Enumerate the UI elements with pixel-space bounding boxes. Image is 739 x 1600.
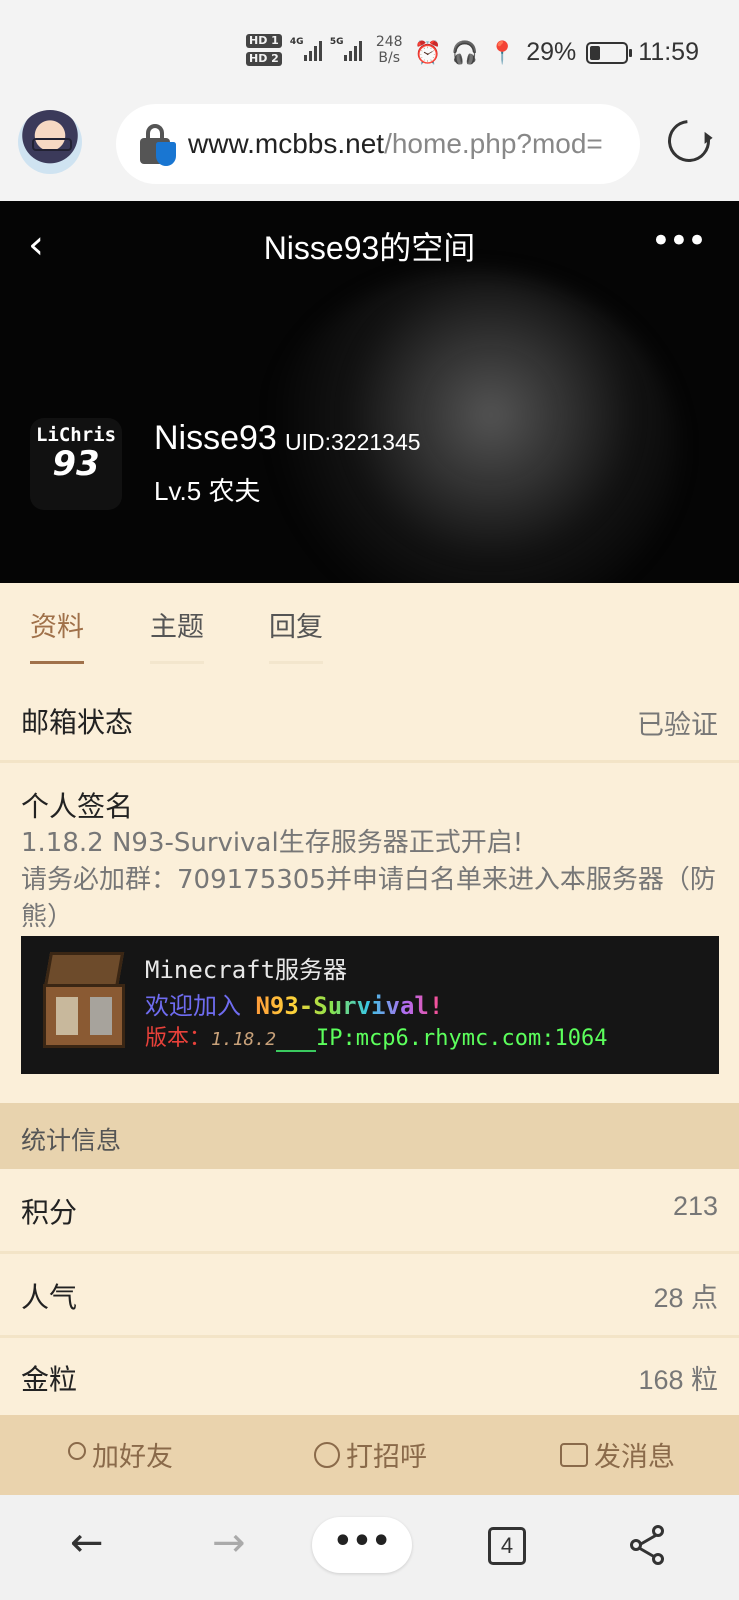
banner-underline bbox=[276, 1050, 317, 1052]
url-domain: www.mcbbs.net bbox=[188, 128, 385, 159]
banner-line2: 欢迎加入 N93-Survival! bbox=[145, 986, 443, 1021]
stat-label: 人气 bbox=[21, 1281, 78, 1314]
url-bar[interactable]: www.mcbbs.net/home.php?mod= bbox=[116, 104, 640, 184]
more-options-icon[interactable]: ••• bbox=[651, 221, 707, 261]
header-background bbox=[260, 271, 680, 583]
signature-section: 个人签名 1.18.2 N93-Survival生存服务器正式开启! 请务必加群… bbox=[0, 763, 739, 1103]
signature-line: 请务必加群：709175305并申请白名单来进入本服务器（防熊） bbox=[21, 865, 716, 932]
crafting-table-icon bbox=[37, 952, 131, 1052]
page-title: Nisse93的空间 bbox=[263, 230, 476, 266]
greet-button[interactable]: 打招呼 bbox=[314, 1435, 427, 1474]
speed-unit: B/s bbox=[378, 50, 400, 66]
net2-label: 5G bbox=[329, 37, 344, 47]
banner-version: 1.18.2 bbox=[211, 1029, 277, 1050]
browser-bottom-nav: ← → ••• 4 bbox=[0, 1495, 739, 1600]
banner-server-name: N93-Survival! bbox=[255, 992, 444, 1020]
hd1-badge: HD 1 bbox=[246, 34, 282, 48]
tab-threads[interactable]: 主题 bbox=[150, 605, 204, 664]
user-avatar[interactable]: LiChris 93 bbox=[30, 418, 122, 510]
menu-button[interactable]: ••• bbox=[312, 1517, 412, 1573]
greet-label: 打招呼 bbox=[346, 1442, 427, 1473]
net1-label: 4G bbox=[289, 37, 304, 47]
avatar-line2: 93 bbox=[52, 444, 100, 484]
signature-label: 个人签名 bbox=[21, 790, 134, 823]
stat-row: 金粒 168 粒 bbox=[0, 1338, 739, 1415]
tab-underline bbox=[269, 661, 323, 664]
location-icon: 📍 bbox=[488, 39, 517, 65]
secure-lock-icon[interactable] bbox=[138, 124, 176, 166]
banner-ip: IP:mcp6.rhymc.com:1064 bbox=[316, 1026, 608, 1051]
back-arrow-icon[interactable]: ← bbox=[70, 1520, 104, 1566]
tab-underline bbox=[150, 661, 204, 664]
stat-row: 人气 28 点 bbox=[0, 1254, 739, 1335]
browser-profile-avatar[interactable] bbox=[18, 110, 82, 174]
alarm-icon: ⏰ bbox=[414, 39, 442, 65]
signature-banner-image[interactable]: Minecraft服务器 欢迎加入 N93-Survival! 版本：1.18.… bbox=[21, 936, 719, 1074]
signal-5g-icon: 5G bbox=[329, 37, 362, 61]
signature-text: 1.18.2 N93-Survival生存服务器正式开启! 请务必加群：7091… bbox=[21, 825, 721, 936]
add-friend-button[interactable]: 加好友 bbox=[68, 1435, 173, 1474]
user-level: Lv.5 农夫 bbox=[154, 476, 261, 506]
tab-threads-label: 主题 bbox=[150, 612, 204, 643]
email-status-row: 邮箱状态 已验证 bbox=[0, 683, 739, 763]
signature-line: 1.18.2 N93-Survival生存服务器正式开启! bbox=[21, 828, 524, 858]
banner-line3: 版本：1.18.2 IP:mcp6.rhymc.com:1064 bbox=[145, 1020, 607, 1052]
stat-value: 168 粒 bbox=[638, 1365, 718, 1395]
banner-version-label: 版本： bbox=[145, 1026, 212, 1051]
hd2-badge: HD 2 bbox=[246, 52, 282, 66]
banner-welcome: 欢迎加入 bbox=[145, 992, 241, 1020]
profile-header: ‹ Nisse93的空间 ••• LiChris 93 Nisse93 UID:… bbox=[0, 201, 739, 583]
user-uid: UID:3221345 bbox=[285, 429, 421, 455]
tab-profile[interactable]: 资料 bbox=[30, 605, 84, 664]
email-status-label: 邮箱状态 bbox=[21, 706, 134, 739]
email-status-value: 已验证 bbox=[637, 710, 718, 740]
headset-icon: 🎧 bbox=[451, 39, 479, 65]
banner-line1: Minecraft服务器 bbox=[145, 956, 348, 984]
browser-toolbar: www.mcbbs.net/home.php?mod= bbox=[0, 100, 739, 201]
forward-arrow-icon[interactable]: → bbox=[212, 1520, 246, 1566]
status-bar: HD 1 HD 2 4G 5G 248 B/s ⏰ 🎧 📍 29% 11:59 bbox=[0, 0, 739, 100]
stat-label: 金粒 bbox=[21, 1363, 78, 1396]
hd-badges: HD 1 HD 2 bbox=[246, 34, 282, 66]
chat-bubble-icon bbox=[314, 1441, 340, 1468]
signal-4g-icon: 4G bbox=[289, 37, 322, 61]
status-right: ⏰ 🎧 📍 29% 11:59 bbox=[414, 38, 699, 67]
tab-active-underline bbox=[30, 661, 84, 664]
stats-heading: 统计信息 bbox=[21, 1126, 122, 1155]
add-friend-label: 加好友 bbox=[92, 1442, 173, 1473]
tab-replies-label: 回复 bbox=[269, 612, 323, 643]
username: Nisse93 bbox=[154, 419, 277, 457]
tab-switcher-icon[interactable]: 4 bbox=[488, 1527, 526, 1565]
profile-action-bar: 加好友 打招呼 发消息 bbox=[0, 1415, 739, 1495]
profile-tabs: 资料 主题 回复 bbox=[0, 583, 739, 683]
clock: 11:59 bbox=[638, 38, 699, 66]
reload-icon[interactable] bbox=[659, 111, 719, 171]
battery-percent: 29% bbox=[526, 38, 577, 66]
network-speed: 248 B/s bbox=[376, 34, 403, 66]
network-indicators: HD 1 HD 2 4G 5G 248 B/s bbox=[246, 34, 403, 66]
add-person-icon bbox=[68, 1441, 86, 1460]
stat-label: 积分 bbox=[21, 1196, 78, 1229]
url-text[interactable]: www.mcbbs.net/home.php?mod= bbox=[188, 128, 603, 160]
share-icon[interactable] bbox=[630, 1525, 670, 1565]
url-path: /home.php?mod= bbox=[384, 128, 603, 159]
battery-icon bbox=[586, 41, 633, 64]
stats-header: 统计信息 bbox=[0, 1103, 739, 1169]
tab-profile-label: 资料 bbox=[30, 612, 84, 643]
message-icon bbox=[560, 1442, 588, 1467]
avatar-line1: LiChris bbox=[35, 424, 117, 446]
speed-value: 248 bbox=[375, 34, 403, 50]
stat-value: 28 点 bbox=[653, 1283, 718, 1313]
tab-replies[interactable]: 回复 bbox=[269, 605, 323, 664]
send-message-label: 发消息 bbox=[594, 1442, 675, 1473]
battery-fill bbox=[590, 45, 601, 60]
stat-row: 积分 213 bbox=[0, 1169, 739, 1251]
send-message-button[interactable]: 发消息 bbox=[560, 1435, 675, 1474]
stat-value: 213 bbox=[672, 1191, 718, 1221]
